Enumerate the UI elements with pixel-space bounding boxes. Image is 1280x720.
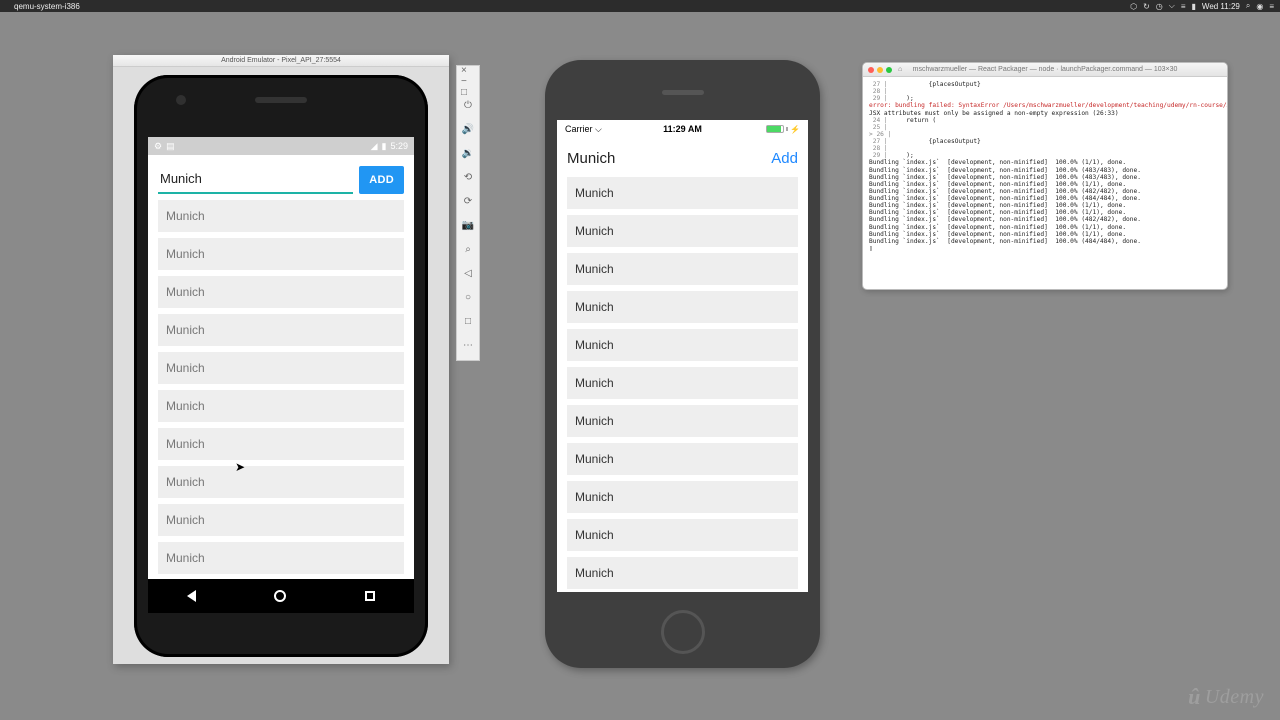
terminal-title: mschwarzmueller — React Packager — node … (863, 66, 1227, 73)
nav-recent-icon[interactable] (365, 591, 375, 601)
bluetooth-icon[interactable]: ≡ (1181, 2, 1186, 11)
menubar-clock[interactable]: Wed 11:29 (1202, 2, 1240, 11)
add-button[interactable]: Add (771, 150, 798, 167)
camera-icon[interactable]: 📷 (461, 218, 475, 232)
list-item[interactable]: Munich (567, 329, 798, 361)
home-icon[interactable]: ○ (461, 290, 475, 304)
udemy-label: Udemy (1205, 686, 1264, 709)
list-item[interactable]: Munich (158, 238, 404, 270)
android-list[interactable]: Munich Munich Munich Munich Munich Munich Muni… (158, 200, 404, 595)
terminal-window: ⌂ mschwarzmueller — React Packager — nod… (862, 62, 1228, 290)
rotate-right-icon[interactable]: ⟳ (461, 194, 475, 208)
signal-icon: ◢ (371, 141, 378, 152)
wifi-icon[interactable]: ⌵ (1169, 1, 1175, 11)
iphone-screen: Carrier ⌵ 11:29 AM ⚡ Add MunichMunichMun… (557, 120, 808, 592)
list-item[interactable]: Munich (567, 253, 798, 285)
list-item[interactable]: Munich (567, 215, 798, 247)
android-input-row: ADD (158, 165, 404, 194)
home-button[interactable] (661, 610, 705, 654)
nav-back-icon[interactable] (187, 590, 196, 602)
list-item[interactable]: Munich (567, 367, 798, 399)
place-input[interactable] (158, 165, 353, 194)
notification-dot-icon[interactable]: ▤ (166, 141, 175, 152)
list-item[interactable]: Munich (158, 276, 404, 308)
volume-down-icon[interactable]: 🔉 (461, 146, 475, 160)
ios-statusbar: Carrier ⌵ 11:29 AM ⚡ (557, 120, 808, 138)
terminal-body[interactable]: 27 | {placesOutput} 28 | 29 | ); error: … (863, 77, 1227, 289)
gear-icon[interactable]: ⚙ (154, 141, 162, 152)
control-center-icon[interactable]: ◉ (1256, 2, 1263, 11)
list-item[interactable]: Munich (567, 405, 798, 437)
dropbox-icon[interactable]: ⬡ (1130, 2, 1137, 11)
terminal-titlebar[interactable]: ⌂ mschwarzmueller — React Packager — nod… (863, 63, 1227, 77)
list-item[interactable]: Munich (158, 504, 404, 536)
android-statusbar: ⚙ ▤ ◢ ▮ 5:29 (148, 137, 414, 155)
volume-up-icon[interactable]: 🔊 (461, 122, 475, 136)
rotate-left-icon[interactable]: ⟲ (461, 170, 475, 184)
list-item[interactable]: Munich (158, 314, 404, 346)
list-item[interactable]: Munich (567, 291, 798, 323)
list-item[interactable]: Munich (567, 557, 798, 589)
list-item[interactable]: Munich (567, 519, 798, 551)
device-speaker (255, 97, 307, 103)
android-nav-bar (148, 579, 414, 613)
battery-status-icon: ▮ (382, 141, 387, 152)
list-item[interactable]: Munich (158, 200, 404, 232)
more-icon[interactable]: ⋯ (461, 338, 475, 352)
list-item[interactable]: Munich (567, 177, 798, 209)
android-screen: ⚙ ▤ ◢ ▮ 5:29 ADD MunichMunichMunichMunic… (148, 137, 414, 595)
iphone-speaker (662, 90, 704, 95)
device-camera (176, 95, 186, 105)
menubar-app-name[interactable]: qemu-system-i386 (14, 2, 80, 11)
place-input[interactable] (567, 150, 766, 167)
mouse-cursor-icon: ➤ (235, 460, 245, 474)
android-window-title: Android Emulator - Pixel_API_27:5554 (113, 55, 449, 67)
ios-input-row: Add (567, 142, 798, 177)
clock-icon[interactable]: ◷ (1156, 2, 1163, 11)
emulator-toolbar: × − □ ⏻ 🔊 🔉 ⟲ ⟳ 📷 ⌕ ◁ ○ □ ⋯ (456, 65, 480, 361)
zoom-icon[interactable]: ⌕ (461, 242, 475, 256)
back-icon[interactable]: ◁ (461, 266, 475, 280)
list-item[interactable]: Munich (158, 428, 404, 460)
pixel-device-frame: ⚙ ▤ ◢ ▮ 5:29 ADD MunichMunichMunichMunic… (134, 75, 428, 657)
nav-home-icon[interactable] (274, 590, 286, 602)
android-status-time: 5:29 (390, 141, 408, 151)
android-emulator-window: Android Emulator - Pixel_API_27:5554 ⚙ ▤… (113, 55, 449, 664)
list-item[interactable]: Munich (158, 352, 404, 384)
iphone-device-frame: Carrier ⌵ 11:29 AM ⚡ Add MunichMunichMun… (545, 60, 820, 668)
macos-menubar: qemu-system-i386 ⬡ ↻ ◷ ⌵ ≡ ▮ Wed 11:29 ⌕… (0, 0, 1280, 12)
list-item[interactable]: Munich (158, 542, 404, 574)
list-item[interactable]: Munich (567, 481, 798, 513)
list-item[interactable]: Munich (158, 390, 404, 422)
udemy-logo: û Udemy (1188, 684, 1264, 710)
udemy-u-icon: û (1188, 684, 1201, 710)
notification-icon[interactable]: ≡ (1269, 2, 1274, 11)
ios-list[interactable]: Munich Munich Munich Munich Munich Munich Muni… (567, 177, 798, 589)
list-item[interactable]: Munich (567, 443, 798, 475)
battery-icon[interactable]: ▮ (1192, 2, 1196, 11)
add-button[interactable]: ADD (359, 166, 404, 194)
list-item[interactable]: Munich (158, 466, 404, 498)
window-controls-icon[interactable]: × − □ (461, 74, 475, 88)
power-icon[interactable]: ⏻ (461, 98, 475, 112)
sync-icon[interactable]: ↻ (1143, 2, 1150, 11)
overview-icon[interactable]: □ (461, 314, 475, 328)
spotlight-icon[interactable]: ⌕ (1246, 1, 1250, 11)
